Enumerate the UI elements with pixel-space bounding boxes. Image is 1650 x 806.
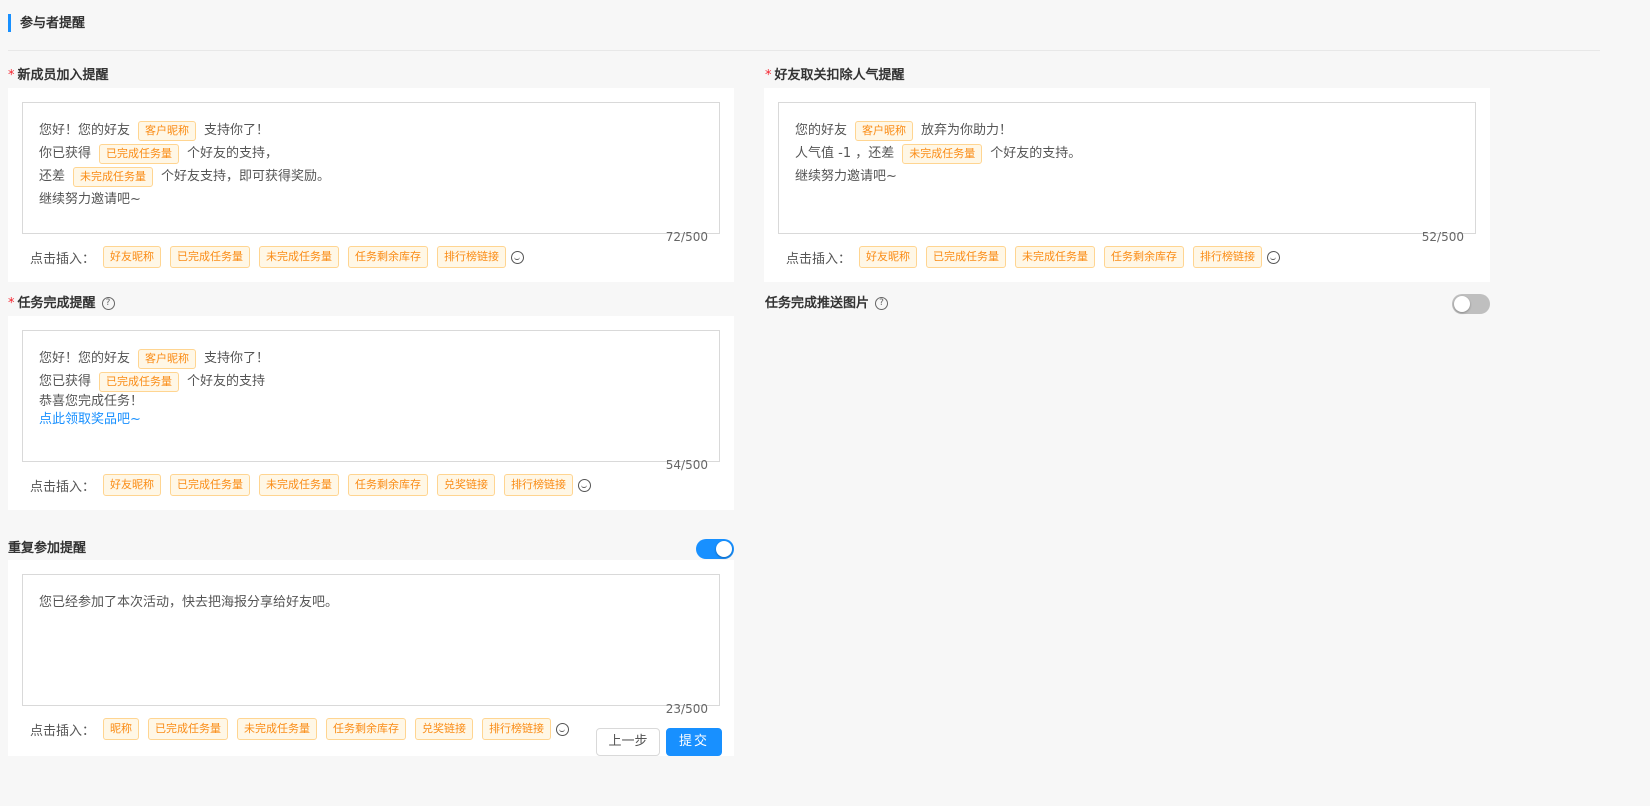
- repeat-editor[interactable]: 您已经参加了本次活动，快去把海报分享给好友吧。: [22, 574, 720, 706]
- insert-label: 点击插入：: [30, 723, 96, 739]
- insert-label: 点击插入：: [786, 251, 852, 267]
- push-image-toggle[interactable]: [1452, 294, 1490, 314]
- submit-button[interactable]: 提交: [666, 728, 722, 756]
- emoji-icon[interactable]: [511, 250, 525, 264]
- new-member-panel: 您好！您的好友 客户昵称 支持你了！ 你已获得 已完成任务量 个好友的支持， 还差 未完成…: [8, 88, 734, 282]
- unfollow-counter: 52/500: [1421, 230, 1464, 244]
- variable-tag[interactable]: 客户昵称: [138, 348, 197, 369]
- help-icon[interactable]: ?: [101, 297, 115, 310]
- insert-tag-completed-count[interactable]: 已完成任务量: [170, 474, 251, 496]
- task-complete-editor[interactable]: 您好！您的好友 客户昵称 支持你了！ 您已获得 已完成任务量 个好友的支持 恭喜您完成任…: [22, 330, 720, 462]
- insert-tag-completed-count[interactable]: 已完成任务量: [170, 246, 251, 268]
- section-title: 参与者提醒: [20, 16, 86, 31]
- variable-tag[interactable]: 客户昵称: [855, 120, 914, 141]
- task-complete-panel: 您好！您的好友 客户昵称 支持你了！ 您已获得 已完成任务量 个好友的支持 恭喜您完成任…: [8, 316, 734, 510]
- push-image-label: 任务完成推送图片?: [765, 295, 889, 313]
- editor-line: 您好！您的好友 客户昵称 支持你了！: [39, 119, 703, 142]
- insert-tag-completed-count[interactable]: 已完成任务量: [926, 246, 1007, 268]
- insert-tag-friend-nickname[interactable]: 好友昵称: [103, 246, 162, 268]
- insert-tag-friend-nickname[interactable]: 好友昵称: [859, 246, 918, 268]
- insert-tag-completed-count[interactable]: 已完成任务量: [148, 718, 229, 740]
- variable-tag[interactable]: 已完成任务量: [99, 143, 180, 164]
- push-image-label-text: 任务完成推送图片: [765, 296, 870, 311]
- editor-line: 恭喜您完成任务！: [39, 394, 144, 409]
- unfollow-label-text: 好友取关扣除人气提醒: [774, 68, 905, 83]
- repeat-panel: 您已经参加了本次活动，快去把海报分享给好友吧。 23/500 点击插入： 昵称 …: [8, 560, 734, 756]
- new-member-editor[interactable]: 您好！您的好友 客户昵称 支持你了！ 你已获得 已完成任务量 个好友的支持， 还差 未完成…: [22, 102, 720, 234]
- unfollow-label: * 好友取关扣除人气提醒: [765, 67, 905, 85]
- emoji-icon[interactable]: [578, 478, 592, 492]
- editor-line: 您的好友 客户昵称 放弃为你助力！: [795, 119, 1459, 142]
- insert-tag-remaining-count[interactable]: 未完成任务量: [237, 718, 318, 740]
- task-complete-label-text: 任务完成提醒: [17, 296, 96, 311]
- insert-tag-ranking-link[interactable]: 排行榜链接: [482, 718, 552, 740]
- toggle-knob: [716, 541, 732, 557]
- repeat-insert-row: 点击插入： 昵称 已完成任务量 未完成任务量 任务剩余库存 兑奖链接 排行榜链接: [30, 718, 570, 740]
- insert-label: 点击插入：: [30, 479, 96, 495]
- new-member-label-text: 新成员加入提醒: [17, 68, 109, 83]
- repeat-counter: 23/500: [665, 702, 708, 716]
- prize-link[interactable]: 点此领取奖品吧~: [39, 411, 703, 429]
- editor-line: 人气值 -1 ，还差 未完成任务量 个好友的支持。: [795, 142, 1459, 165]
- variable-tag[interactable]: 已完成任务量: [99, 371, 180, 392]
- insert-tag-stock[interactable]: 任务剩余库存: [348, 474, 429, 496]
- repeat-toggle[interactable]: [696, 539, 734, 559]
- editor-line: 您好！您的好友 客户昵称 支持你了！: [39, 347, 703, 370]
- editor-line: 您已经参加了本次活动，快去把海报分享给好友吧。: [39, 595, 339, 610]
- new-member-counter: 72/500: [665, 230, 708, 244]
- editor-line: 你已获得 已完成任务量 个好友的支持，: [39, 142, 703, 165]
- editor-line: 继续努力邀请吧~: [795, 169, 897, 184]
- toggle-knob: [1454, 296, 1470, 312]
- section-accent-bar: [8, 14, 11, 32]
- insert-label: 点击插入：: [30, 251, 96, 267]
- unfollow-panel: 您的好友 客户昵称 放弃为你助力！ 人气值 -1 ，还差 未完成任务量 个好友的支持。 …: [764, 88, 1490, 282]
- variable-tag[interactable]: 客户昵称: [138, 120, 197, 141]
- insert-tag-nickname[interactable]: 昵称: [103, 718, 140, 740]
- task-complete-insert-row: 点击插入： 好友昵称 已完成任务量 未完成任务量 任务剩余库存 兑奖链接 排行榜…: [30, 474, 592, 496]
- insert-tag-ranking-link[interactable]: 排行榜链接: [504, 474, 574, 496]
- required-mark: *: [8, 296, 15, 311]
- unfollow-insert-row: 点击插入： 好友昵称 已完成任务量 未完成任务量 任务剩余库存 排行榜链接: [786, 246, 1281, 268]
- insert-tag-stock[interactable]: 任务剩余库存: [326, 718, 407, 740]
- emoji-icon[interactable]: [1267, 250, 1281, 264]
- variable-tag[interactable]: 未完成任务量: [902, 143, 983, 164]
- section-divider: [8, 50, 1600, 51]
- editor-line: 继续努力邀请吧~: [39, 192, 141, 207]
- insert-tag-remaining-count[interactable]: 未完成任务量: [1015, 246, 1096, 268]
- emoji-icon[interactable]: [556, 722, 570, 736]
- editor-line: 还差 未完成任务量 个好友支持，即可获得奖励。: [39, 165, 703, 188]
- insert-tag-ranking-link[interactable]: 排行榜链接: [437, 246, 507, 268]
- repeat-label: 重复参加提醒: [8, 541, 87, 556]
- prev-step-button[interactable]: 上一步: [596, 728, 660, 756]
- new-member-insert-row: 点击插入： 好友昵称 已完成任务量 未完成任务量 任务剩余库存 排行榜链接: [30, 246, 525, 268]
- required-mark: *: [8, 68, 15, 83]
- unfollow-editor[interactable]: 您的好友 客户昵称 放弃为你助力！ 人气值 -1 ，还差 未完成任务量 个好友的支持。 …: [778, 102, 1476, 234]
- new-member-label: * 新成员加入提醒: [8, 67, 109, 85]
- insert-tag-redeem-link[interactable]: 兑奖链接: [437, 474, 496, 496]
- task-complete-label: * 任务完成提醒?: [8, 295, 115, 313]
- help-icon[interactable]: ?: [875, 297, 889, 310]
- required-mark: *: [765, 68, 772, 83]
- insert-tag-ranking-link[interactable]: 排行榜链接: [1193, 246, 1263, 268]
- variable-tag[interactable]: 未完成任务量: [73, 166, 154, 187]
- editor-line: 您已获得 已完成任务量 个好友的支持: [39, 370, 703, 393]
- insert-tag-stock[interactable]: 任务剩余库存: [348, 246, 429, 268]
- insert-tag-remaining-count[interactable]: 未完成任务量: [259, 474, 340, 496]
- insert-tag-redeem-link[interactable]: 兑奖链接: [415, 718, 474, 740]
- insert-tag-stock[interactable]: 任务剩余库存: [1104, 246, 1185, 268]
- insert-tag-remaining-count[interactable]: 未完成任务量: [259, 246, 340, 268]
- insert-tag-friend-nickname[interactable]: 好友昵称: [103, 474, 162, 496]
- task-complete-counter: 54/500: [665, 458, 708, 472]
